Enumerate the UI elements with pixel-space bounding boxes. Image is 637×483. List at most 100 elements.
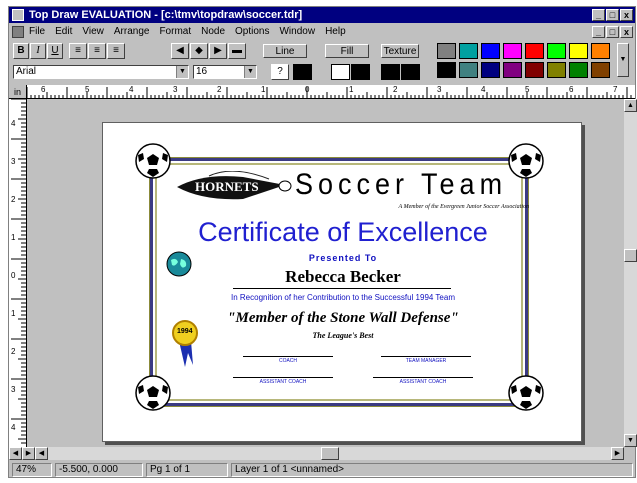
arrow-both-icon[interactable]: ◆: [190, 43, 208, 59]
texture-swatch-2[interactable]: [401, 64, 420, 80]
layer-indicator: Layer 1 of 1 <unnamed>: [231, 463, 633, 477]
menu-format[interactable]: Format: [159, 24, 191, 40]
line-end-icon[interactable]: ▬: [228, 43, 246, 59]
palette-swatch[interactable]: [437, 62, 456, 78]
palette-swatch[interactable]: [525, 43, 544, 59]
ruler-label: 3: [11, 157, 16, 166]
doc-restore-button[interactable]: □: [606, 26, 619, 38]
ruler-label: 4: [11, 119, 16, 128]
ruler-label: 2: [217, 85, 222, 94]
fill-button[interactable]: Fill: [325, 44, 369, 58]
arrow-left-icon[interactable]: ◀: [171, 43, 189, 59]
app-icon[interactable]: [12, 9, 24, 21]
texture-swatch-1[interactable]: [381, 64, 400, 80]
scroll-thumb[interactable]: [321, 447, 339, 460]
team-name: Soccer Team: [295, 167, 508, 201]
menu-view[interactable]: View: [82, 24, 104, 40]
font-select[interactable]: Arial ▼: [13, 65, 189, 79]
italic-button[interactable]: I: [30, 43, 46, 59]
palette-scroll-button[interactable]: ▼: [617, 43, 629, 77]
palette-swatch[interactable]: [437, 43, 456, 59]
sig-label-coach: COACH: [278, 358, 298, 364]
fill-color-swatch[interactable]: [331, 64, 350, 80]
scroll-right-icon[interactable]: ▶: [611, 447, 624, 460]
soccer-ball-icon: [135, 143, 171, 179]
font-value: Arial: [16, 66, 37, 77]
palette-swatch[interactable]: [569, 43, 588, 59]
line-style-button[interactable]: ?: [271, 64, 289, 80]
horizontal-scrollbar[interactable]: ◀ ▶ ◀ ▶: [9, 447, 624, 460]
fill-black-swatch[interactable]: [351, 64, 370, 80]
line-color-swatch[interactable]: [293, 64, 312, 80]
ruler-label: 1: [11, 309, 16, 318]
palette-swatch[interactable]: [481, 62, 500, 78]
soccer-ball-icon: [508, 143, 544, 179]
close-button[interactable]: x: [620, 9, 633, 21]
line-button[interactable]: Line: [263, 44, 307, 58]
doc-close-button[interactable]: x: [620, 26, 633, 38]
underline-button[interactable]: U: [47, 43, 63, 59]
ruler-label: 4: [129, 85, 134, 94]
maximize-button[interactable]: □: [606, 9, 619, 21]
palette-swatch[interactable]: [503, 62, 522, 78]
ruler-label: 2: [11, 347, 16, 356]
align-right-button[interactable]: ≡: [107, 43, 125, 59]
doc-minimize-button[interactable]: _: [592, 26, 605, 38]
palette-swatch[interactable]: [503, 43, 522, 59]
palette-swatch[interactable]: [569, 62, 588, 78]
drawing-canvas[interactable]: HORNETS Soccer Team A Member of the Ever…: [28, 99, 624, 447]
font-size-select[interactable]: 16 ▼: [193, 65, 257, 79]
menu-file[interactable]: File: [29, 24, 45, 40]
menu-options[interactable]: Options: [235, 24, 269, 40]
palette-swatch[interactable]: [591, 62, 610, 78]
scroll-up-icon[interactable]: ▲: [624, 99, 637, 112]
document-icon[interactable]: [12, 26, 24, 38]
recipient-name: Rebecca Becker: [285, 267, 401, 286]
soccer-ball-icon: [135, 375, 171, 411]
menu-arrange[interactable]: Arrange: [114, 24, 150, 40]
scroll-left-icon[interactable]: ◀: [35, 447, 48, 460]
ruler-label: 1: [349, 85, 354, 94]
align-center-button[interactable]: ≡: [88, 43, 106, 59]
hornets-logo-text: HORNETS: [195, 179, 259, 194]
align-left-button[interactable]: ≡: [69, 43, 87, 59]
chevron-down-icon[interactable]: ▼: [176, 66, 188, 78]
ruler-label: 1: [261, 85, 266, 94]
title-bar[interactable]: Top Draw EVALUATION - [c:\tmv\topdraw\so…: [9, 7, 635, 23]
page-prev-icon[interactable]: ◀: [9, 447, 22, 460]
page-next-icon[interactable]: ▶: [22, 447, 35, 460]
horizontal-ruler[interactable]: 6 5 4 3 2 1 0 1 2 3 4 5 6 7: [27, 85, 635, 99]
arrow-right-icon[interactable]: ▶: [209, 43, 227, 59]
association-tagline: A Member of the Evergreen Junior Soccer …: [398, 204, 529, 210]
ruler-label: 0: [305, 85, 310, 94]
scroll-down-icon[interactable]: ▼: [624, 434, 637, 447]
menu-node[interactable]: Node: [201, 24, 225, 40]
ruler-label: 2: [11, 195, 16, 204]
texture-button[interactable]: Texture: [381, 44, 419, 58]
ruler-label: 5: [85, 85, 90, 94]
zoom-level[interactable]: 47%: [12, 463, 52, 477]
palette-swatch[interactable]: [547, 62, 566, 78]
signature-line: [373, 377, 473, 378]
window-title: Top Draw EVALUATION - [c:\tmv\topdraw\so…: [29, 9, 303, 21]
palette-swatch[interactable]: [525, 62, 544, 78]
palette-swatch[interactable]: [481, 43, 500, 59]
palette-swatch[interactable]: [459, 43, 478, 59]
menu-edit[interactable]: Edit: [55, 24, 72, 40]
ruler-label: 3: [11, 385, 16, 394]
menu-window[interactable]: Window: [279, 24, 315, 40]
palette-swatch[interactable]: [459, 62, 478, 78]
chevron-down-icon[interactable]: ▼: [244, 66, 256, 78]
menu-help[interactable]: Help: [325, 24, 346, 40]
status-bar: 47% -5.500, 0.000 Pg 1 of 1 Layer 1 of 1…: [9, 461, 635, 478]
ruler-unit: in: [9, 85, 27, 99]
minimize-button[interactable]: _: [592, 9, 605, 21]
ruler-label: 4: [481, 85, 486, 94]
certificate-page[interactable]: HORNETS Soccer Team A Member of the Ever…: [102, 122, 582, 442]
vertical-ruler[interactable]: 4 3 2 1 0 1 2 3 4: [9, 99, 27, 447]
palette-swatch[interactable]: [547, 43, 566, 59]
vertical-scrollbar[interactable]: ▲ ▼: [624, 99, 637, 447]
bold-button[interactable]: B: [13, 43, 29, 59]
scroll-thumb[interactable]: [624, 249, 637, 262]
palette-swatch[interactable]: [591, 43, 610, 59]
